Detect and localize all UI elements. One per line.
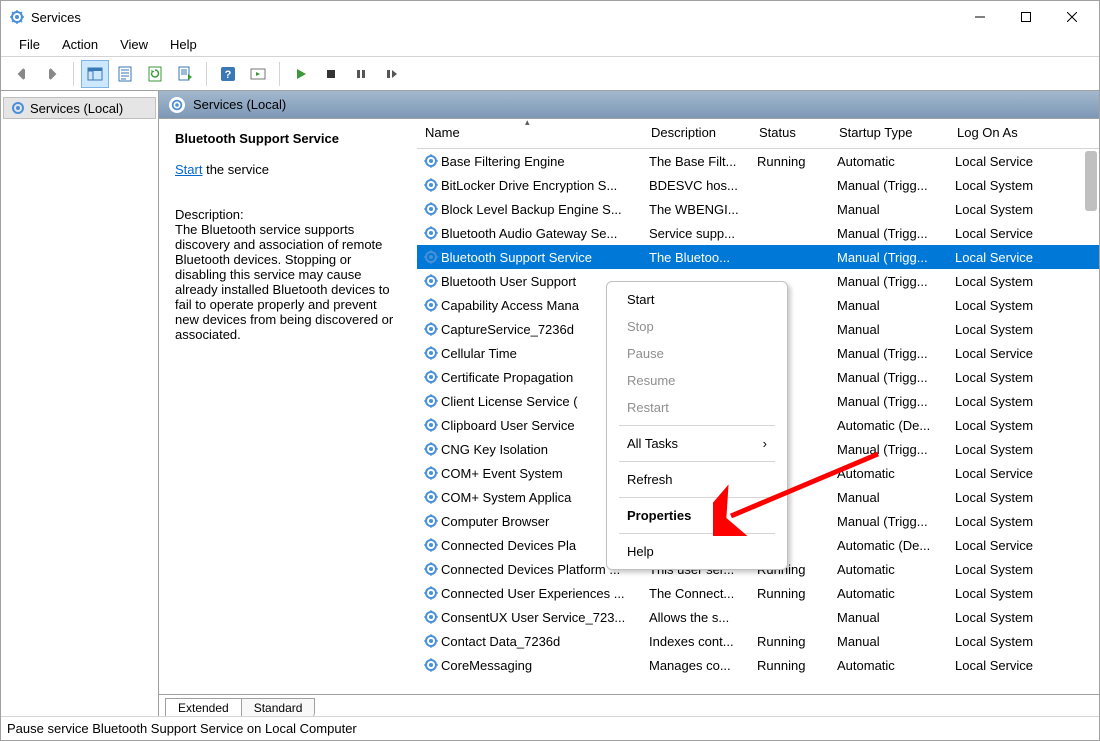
gear-icon (423, 465, 439, 481)
column-description[interactable]: Description (643, 119, 751, 148)
gear-icon (423, 321, 439, 337)
gear-icon (423, 345, 439, 361)
gear-icon (423, 225, 439, 241)
selected-service-title: Bluetooth Support Service (175, 131, 401, 146)
pause-service-button[interactable] (347, 60, 375, 88)
view-tabs: Extended Standard (159, 694, 1099, 716)
gear-icon (423, 561, 439, 577)
start-service-link[interactable]: Start (175, 162, 202, 177)
service-row[interactable]: CoreMessagingManages co...RunningAutomat… (417, 653, 1099, 677)
gear-icon (423, 177, 439, 193)
gear-icon (423, 585, 439, 601)
column-log-on-as[interactable]: Log On As (949, 119, 1069, 148)
service-row[interactable]: Base Filtering EngineThe Base Filt...Run… (417, 149, 1099, 173)
gear-icon (423, 657, 439, 673)
menubar: FileActionViewHelp (1, 33, 1099, 57)
restart-service-button[interactable] (377, 60, 405, 88)
ctx-properties[interactable]: Properties (609, 502, 785, 529)
ctx-help[interactable]: Help (609, 538, 785, 565)
help-toolbar-button[interactable]: ? (214, 60, 242, 88)
ctx-pause: Pause (609, 340, 785, 367)
tab-extended[interactable]: Extended (165, 698, 242, 716)
service-row[interactable]: BitLocker Drive Encryption S...BDESVC ho… (417, 173, 1099, 197)
menu-action[interactable]: Action (52, 35, 108, 54)
context-menu: StartStopPauseResumeRestart All Tasks› Ref… (606, 281, 788, 570)
service-row[interactable]: Connected User Experiences ...The Connec… (417, 581, 1099, 605)
toolbar: ? (1, 57, 1099, 91)
menu-view[interactable]: View (110, 35, 158, 54)
statusbar: Pause service Bluetooth Support Service … (1, 716, 1099, 740)
gear-icon (423, 153, 439, 169)
ctx-restart: Restart (609, 394, 785, 421)
gear-icon (423, 441, 439, 457)
svg-text:?: ? (225, 69, 232, 81)
column-startup-type[interactable]: Startup Type (831, 119, 949, 148)
gear-icon (423, 417, 439, 433)
column-name[interactable]: Name (417, 119, 643, 148)
services-icon (9, 9, 25, 25)
console-tree[interactable]: Services (Local) (1, 91, 159, 716)
show-hide-tree-button[interactable] (81, 60, 109, 88)
list-column-headers[interactable]: Name Description Status Startup Type Log… (417, 119, 1099, 149)
service-detail-panel: Bluetooth Support Service Start the serv… (159, 119, 417, 694)
properties-toolbar-button[interactable] (111, 60, 139, 88)
description-label: Description: (175, 207, 401, 222)
window-title: Services (31, 10, 81, 25)
ctx-resume: Resume (609, 367, 785, 394)
ctx-start[interactable]: Start (609, 286, 785, 313)
export-list-button[interactable] (171, 60, 199, 88)
menu-help[interactable]: Help (160, 35, 207, 54)
gear-icon (423, 369, 439, 385)
description-text: The Bluetooth service supports discovery… (175, 222, 401, 342)
services-icon (169, 97, 185, 113)
gear-icon (423, 393, 439, 409)
service-row[interactable]: Bluetooth Support ServiceThe Bluetoo...M… (417, 245, 1099, 269)
gear-icon (423, 489, 439, 505)
column-status[interactable]: Status (751, 119, 831, 148)
tree-root-services-local[interactable]: Services (Local) (3, 97, 156, 119)
action-toolbar-button[interactable] (244, 60, 272, 88)
ctx-stop: Stop (609, 313, 785, 340)
service-row[interactable]: Contact Data_7236dIndexes cont...Running… (417, 629, 1099, 653)
gear-icon (423, 273, 439, 289)
forward-button[interactable] (38, 60, 66, 88)
gear-icon (423, 201, 439, 217)
service-row[interactable]: Bluetooth Audio Gateway Se...Service sup… (417, 221, 1099, 245)
gear-icon (423, 297, 439, 313)
gear-icon (423, 537, 439, 553)
minimize-button[interactable] (957, 1, 1003, 33)
scrollbar-thumb[interactable] (1085, 151, 1097, 211)
stop-service-button[interactable] (317, 60, 345, 88)
status-text: Pause service Bluetooth Support Service … (7, 721, 357, 736)
maximize-button[interactable] (1003, 1, 1049, 33)
service-row[interactable]: Block Level Backup Engine S...The WBENGI… (417, 197, 1099, 221)
ctx-all-tasks[interactable]: All Tasks› (609, 430, 785, 457)
titlebar: Services (1, 1, 1099, 33)
ctx-refresh[interactable]: Refresh (609, 466, 785, 493)
close-button[interactable] (1049, 1, 1095, 33)
pane-header: Services (Local) (159, 91, 1099, 119)
gear-icon (423, 633, 439, 649)
tab-standard[interactable]: Standard (242, 698, 316, 716)
gear-icon (423, 609, 439, 625)
gear-icon (423, 513, 439, 529)
service-row[interactable]: ConsentUX User Service_723...Allows the … (417, 605, 1099, 629)
gear-icon (423, 249, 439, 265)
back-button[interactable] (8, 60, 36, 88)
start-service-button[interactable] (287, 60, 315, 88)
chevron-right-icon: › (763, 436, 767, 451)
refresh-toolbar-button[interactable] (141, 60, 169, 88)
services-icon (10, 100, 26, 116)
menu-file[interactable]: File (9, 35, 50, 54)
